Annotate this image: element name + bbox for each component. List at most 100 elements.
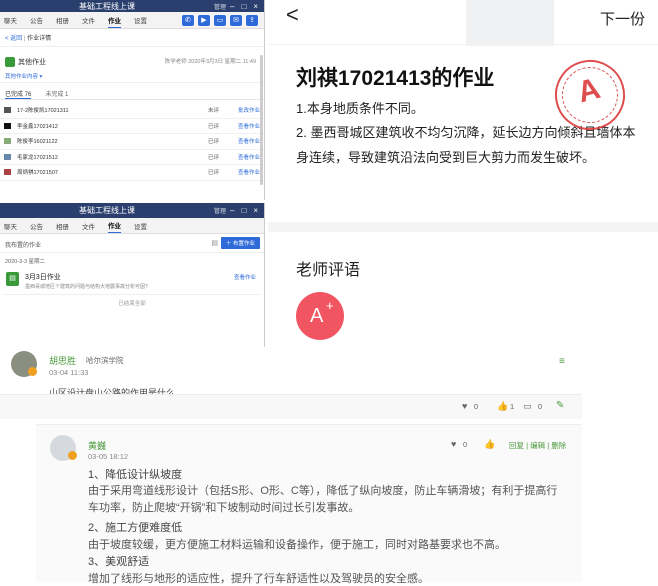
tab-album[interactable]: 相册 (56, 13, 69, 27)
answer-actions[interactable]: 回复 | 编辑 | 删除 (509, 440, 566, 451)
question-school: 哈尔滨学院 (86, 356, 124, 365)
tab-settings[interactable]: 设置 (134, 219, 147, 233)
homework-header: 其他作业 陈学老师 2020年3月3日 星期二 11:49 其他作业内容 ▾ (0, 47, 264, 83)
share-icon[interactable]: ⇪ (246, 14, 258, 26)
list-header: 我布置的作业 ▤ ＋ 布置作业 (0, 234, 264, 252)
grade-badge-letter: A (310, 305, 324, 327)
filter-icon[interactable]: ▤ (211, 239, 218, 247)
window-title: 基础工程线上课 (79, 206, 135, 215)
chat-icon[interactable]: ✉ (230, 14, 242, 26)
table-row[interactable]: 李金鑫17021412 已评 查看作业 (0, 119, 264, 134)
publish-homework-button[interactable]: ＋ 布置作业 (220, 237, 260, 249)
answer-author[interactable]: 黄巍 (88, 439, 106, 452)
avatar (4, 138, 11, 145)
close-icon[interactable]: × (253, 2, 258, 11)
like-count: 1 (510, 402, 515, 411)
homework-meta: 陈学老师 2020年3月3日 星期二 11:49 (164, 59, 256, 65)
question-time: 03-04 11:33 (49, 368, 89, 377)
answer-time: 03-05 18:12 (88, 452, 129, 461)
comment-title: 老师评语 (296, 262, 361, 279)
window-caption: 管理 (214, 209, 227, 215)
back-icon[interactable]: < (286, 2, 299, 28)
table-row[interactable]: 毛家龙17021512 已评 查看作业 (0, 150, 264, 165)
tab-chat[interactable]: 聊天 (4, 219, 17, 233)
tab-homework[interactable]: 作业 (108, 218, 121, 233)
window-controls: – □ × (230, 206, 258, 215)
avatar (4, 153, 11, 160)
video-icon[interactable]: ▶ (198, 14, 210, 26)
top-gray-box (466, 0, 554, 46)
tab-bar: 聊天 公告 相册 文件 作业 设置 (0, 218, 264, 234)
answer-text-2: 由于坡度较缓，更方便施工材料运输和设备操作，便于施工，同时对路基要求也不高。 (88, 539, 506, 551)
list-footer: 已结束全部 (118, 301, 146, 307)
scrollbar[interactable] (260, 55, 263, 185)
avatar-badge (28, 367, 37, 376)
homework-title: 3月3日作业 (25, 274, 61, 281)
answer-text-3: 增加了线形与地形的适应性，提升了行车舒适性以及驾驶员的安全感。 (88, 573, 429, 585)
comment-icon[interactable]: ▭ (523, 401, 532, 412)
table-row[interactable]: 17-2陈俊凯17021311 未评 批改作业 (0, 103, 264, 119)
top-divider (268, 44, 658, 45)
next-button[interactable]: 下一份 (600, 8, 645, 29)
tab-files[interactable]: 文件 (82, 219, 95, 233)
tab-homework[interactable]: 作业 (108, 13, 121, 28)
like-icon[interactable]: 👍 (484, 439, 495, 450)
forum-panel: 胡思胜 哈尔滨学院 03-04 11:33 ≡ 山区设计盘山公路的作用是什么 ♥… (0, 347, 658, 585)
maximize-icon[interactable]: □ (241, 2, 246, 11)
answer-heading-3: 3、美观舒适 (88, 556, 150, 568)
tab-completed[interactable]: 已完成 76 (5, 89, 32, 99)
toolbar-icons: ✆ ▶ ▭ ✉ ⇪ (182, 14, 258, 26)
flower-icon[interactable]: ♥ (462, 401, 467, 411)
date-header: 2020-3-3 星期二 (0, 252, 264, 269)
tab-chat[interactable]: 聊天 (4, 13, 17, 27)
tab-files[interactable]: 文件 (82, 13, 95, 27)
flower-icon[interactable]: ♥ (451, 439, 456, 449)
grade-badge-plus: + (326, 298, 334, 313)
tab-album[interactable]: 相册 (56, 219, 69, 233)
tab-notice[interactable]: 公告 (30, 13, 43, 27)
phone-icon[interactable]: ✆ (182, 14, 194, 26)
section-separator (268, 222, 658, 232)
edit-icon[interactable]: ✎ (556, 400, 564, 411)
title-bar: 基础工程线上课 管理 – □ × (0, 203, 264, 218)
homework-content-link[interactable]: 其他作业内容 ▾ (5, 72, 42, 80)
homework-name: 其他作业 (18, 59, 46, 66)
tab-incomplete[interactable]: 未完成 1 (45, 89, 68, 99)
minimize-icon[interactable]: – (230, 2, 234, 11)
homework-desc: 墨西哥城地区个建筑的问题与结构大地震事故分析可因? (25, 284, 148, 290)
back-link[interactable]: < 返回 (5, 36, 22, 42)
homework-review-panel: < 下一份 刘祺17021413的作业 1.本身地质条件不同。 2. 墨西哥城区… (268, 0, 658, 350)
avatar-badge (68, 451, 77, 460)
like-icon[interactable]: 👍 (497, 401, 508, 412)
tab-settings[interactable]: 设置 (134, 13, 147, 27)
question-author[interactable]: 胡思胜 (49, 354, 76, 367)
tab-notice[interactable]: 公告 (30, 219, 43, 233)
answer-flower-count: 0 (463, 440, 468, 449)
minimize-icon[interactable]: – (230, 206, 234, 215)
homework-list-window: 基础工程线上课 管理 – □ × 聊天 公告 相册 文件 作业 设置 我布置的作… (0, 203, 265, 347)
comment-count: 0 (538, 402, 543, 411)
breadcrumb: < 返回 | 作业详情 (0, 29, 264, 47)
flower-count: 0 (474, 402, 479, 411)
avatar (4, 107, 11, 114)
homework-item[interactable]: ▤ 3月3日作业 墨西哥城地区个建筑的问题与结构大地震事故分析可因? 查看作业 (3, 269, 261, 295)
homework-title: 刘祺17021413的作业 (296, 67, 495, 90)
avatar (4, 122, 11, 129)
question-stats: ♥ 0 👍 1 ▭ 0 ✎ (0, 394, 582, 419)
close-icon[interactable]: × (253, 206, 258, 215)
homework-icon (5, 57, 15, 67)
table-row[interactable]: 陈俊李16021122 已评 查看作业 (0, 134, 264, 150)
breadcrumb-current: 作业详情 (27, 36, 52, 42)
grade-badge: A + (296, 292, 344, 340)
view-homework-link[interactable]: 查看作业 (234, 273, 256, 281)
window-caption: 管理 (214, 4, 227, 11)
answer-text-1: 由于采用弯道线形设计（包括S形、O形、C等），降低了纵向坡度，防止车辆滑坡；有利… (88, 485, 558, 514)
tab-bar: 聊天 公告 相册 文件 作业 设置 ✆ ▶ ▭ ✉ ⇪ (0, 12, 264, 29)
maximize-icon[interactable]: □ (241, 206, 246, 215)
menu-icon[interactable]: ≡ (559, 356, 565, 367)
answer-heading-2: 2、施工方便难度低 (88, 522, 183, 534)
window-controls: – □ × (230, 2, 258, 11)
homework-detail-window: 基础工程线上课 管理 – □ × 聊天 公告 相册 文件 作业 设置 ✆ ▶ ▭… (0, 0, 265, 200)
screen-icon[interactable]: ▭ (214, 14, 226, 26)
table-row[interactable]: 周炳祺17021507 已评 查看作业 (0, 165, 264, 181)
